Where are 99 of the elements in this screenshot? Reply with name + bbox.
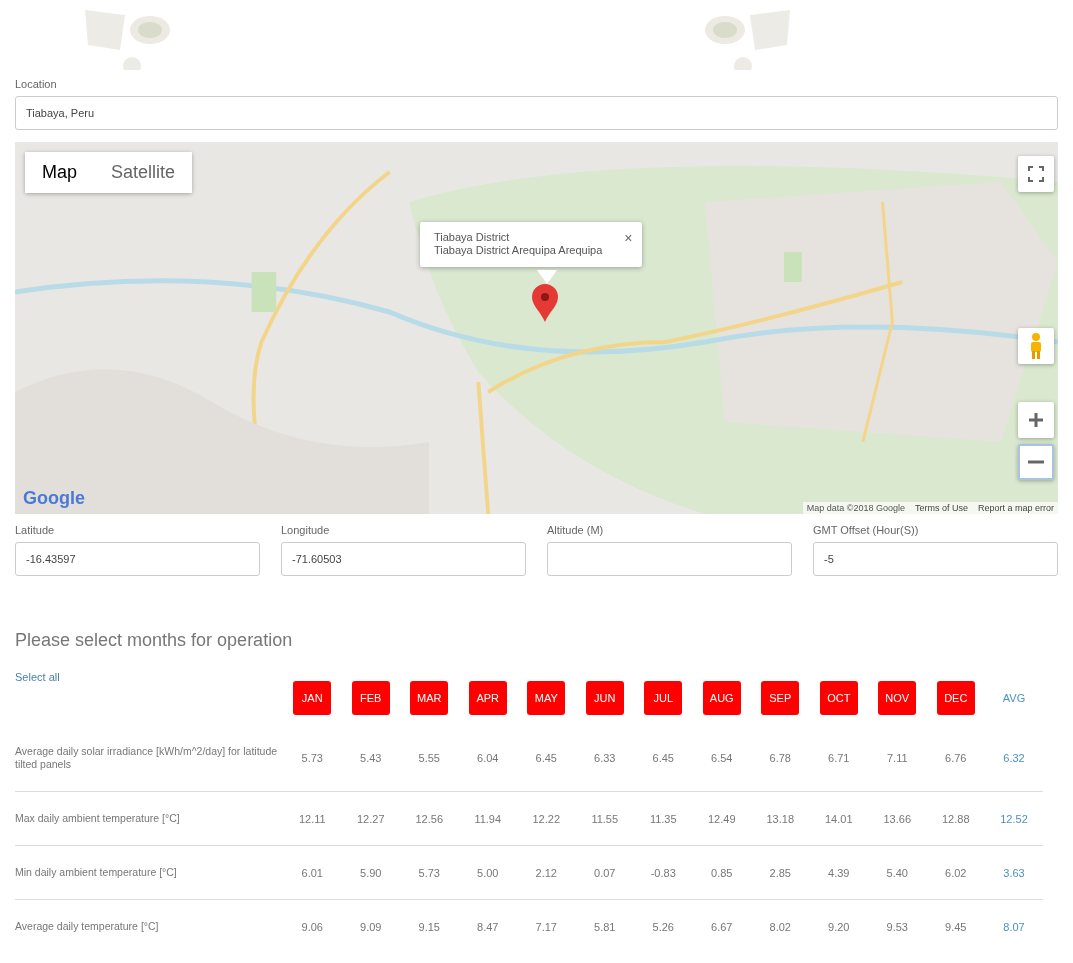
- table-cell: 6.33: [594, 752, 616, 764]
- month-toggle[interactable]: NOV: [878, 681, 917, 715]
- table-cell: 14.01: [825, 812, 853, 825]
- table-cell: 11.94: [474, 812, 502, 825]
- table-cell: 11.55: [591, 812, 619, 825]
- table-cell: 12.27: [357, 812, 385, 825]
- map-attribution: Map data ©2018 Google: [806, 503, 905, 513]
- table-cell: 9.15: [418, 920, 440, 933]
- table-cell: 6.01: [301, 866, 323, 879]
- table-cell: 6.71: [828, 752, 850, 764]
- table-cell: 9.20: [828, 920, 850, 933]
- month-toggle[interactable]: FEB: [351, 681, 390, 715]
- month-toggle[interactable]: MAR: [410, 681, 449, 715]
- table-cell: 8.47: [477, 920, 499, 933]
- table-cell: 13.66: [883, 812, 911, 825]
- table-cell: 2.85: [769, 866, 791, 879]
- map-logo: Google: [23, 488, 85, 509]
- table-cell: 11.35: [649, 812, 677, 825]
- callout-pointer-icon: [537, 270, 557, 284]
- month-toggle[interactable]: OCT: [819, 681, 858, 715]
- month-toggle[interactable]: JUN: [585, 681, 624, 715]
- table-cell: -0.83: [650, 866, 676, 879]
- table-cell: 12.22: [532, 812, 560, 825]
- table-cell: 6.76: [945, 752, 967, 764]
- table-cell: 5.43: [360, 752, 382, 764]
- row-label: Min daily ambient temperature [°C]: [15, 866, 178, 879]
- plus-icon: [1028, 412, 1044, 428]
- field-label: Altitude (M): [547, 524, 605, 536]
- table-cell: 7.17: [535, 920, 557, 933]
- average-cell: 3.63: [1003, 866, 1025, 879]
- table-cell: 9.45: [945, 920, 967, 933]
- fullscreen-button[interactable]: [1018, 156, 1054, 192]
- minus-icon: [1028, 460, 1044, 464]
- table-cell: 9.53: [886, 920, 908, 933]
- table-cell: 13.18: [766, 812, 794, 825]
- select-all-link[interactable]: Select all: [15, 671, 283, 683]
- table-cell: 5.90: [360, 866, 382, 879]
- table-cell: 6.04: [477, 752, 499, 764]
- location-field[interactable]: Tiabaya, Peru: [15, 96, 1058, 130]
- section-heading: Please select months for operation: [15, 630, 294, 651]
- field-label: Latitude: [15, 524, 56, 536]
- table-cell: 9.06: [301, 920, 323, 933]
- table-cell: 6.78: [769, 752, 791, 764]
- row-label: Average daily temperature [°C]: [15, 920, 160, 933]
- map-type-tab[interactable]: Satellite: [94, 152, 193, 193]
- field-label: Location: [15, 78, 58, 90]
- table-cell: 0.85: [711, 866, 733, 879]
- coordinate-field[interactable]: -71.60503: [281, 542, 526, 576]
- table-cell: 6.45: [535, 752, 557, 764]
- table-cell: 6.45: [652, 752, 674, 764]
- month-toggle[interactable]: AUG: [702, 681, 741, 715]
- map-footer-link[interactable]: Report a map error: [977, 503, 1054, 513]
- table-cell: 5.26: [652, 920, 674, 933]
- month-toggle[interactable]: SEP: [761, 681, 800, 715]
- table-cell: 2.12: [535, 866, 557, 879]
- zoom-out-button[interactable]: [1018, 444, 1054, 480]
- table-cell: 5.00: [477, 866, 499, 879]
- map-type-tab[interactable]: Map: [25, 152, 94, 193]
- month-toggle[interactable]: APR: [468, 681, 507, 715]
- field-label: Longitude: [281, 524, 331, 536]
- row-label: Max daily ambient temperature [°C]: [15, 812, 181, 825]
- map-footer-link[interactable]: Terms of Use: [914, 503, 968, 513]
- table-cell: 5.73: [418, 866, 440, 879]
- table-cell: 4.39: [828, 866, 850, 879]
- average-cell: 6.32: [1003, 752, 1025, 764]
- table-cell: 5.55: [418, 752, 440, 764]
- table-cell: 9.09: [360, 920, 382, 933]
- coordinate-field[interactable]: -5: [813, 542, 1058, 576]
- person-icon: [1029, 333, 1043, 359]
- month-toggle[interactable]: JUL: [644, 681, 683, 715]
- table-cell: 7.11: [886, 752, 908, 764]
- table-cell: 12.88: [942, 812, 970, 825]
- place-title: Tiabaya District: [434, 231, 511, 244]
- table-cell: 6.02: [945, 866, 967, 879]
- table-cell: 12.49: [708, 812, 736, 825]
- table-cell: 6.67: [711, 920, 733, 933]
- month-toggle[interactable]: DEC: [936, 681, 975, 715]
- map-pin-icon: [532, 284, 558, 322]
- table-cell: 5.81: [594, 920, 616, 933]
- average-cell: 12.52: [1000, 812, 1028, 825]
- table-cell: 5.40: [886, 866, 908, 879]
- table-cell: 8.02: [769, 920, 791, 933]
- zoom-in-button[interactable]: [1018, 402, 1054, 438]
- place-address: Tiabaya District Arequipa Arequipa: [434, 244, 603, 257]
- fullscreen-icon: [1028, 166, 1044, 182]
- row-label: Average daily solar irradiance [kWh/m^2/day] for latitude tilted panels: [15, 745, 279, 771]
- average-cell: 8.07: [1003, 920, 1025, 933]
- close-button[interactable]: ×: [624, 230, 633, 246]
- table-cell: 0.07: [594, 866, 616, 879]
- month-toggle[interactable]: MAY: [527, 681, 566, 715]
- month-toggle[interactable]: JAN: [293, 681, 332, 715]
- coordinate-field[interactable]: [547, 542, 792, 576]
- coordinate-field[interactable]: -16.43597: [15, 542, 260, 576]
- table-cell: 12.11: [298, 812, 326, 825]
- table-cell: 6.54: [711, 752, 733, 764]
- column-header: AVG: [1002, 692, 1026, 704]
- table-cell: 12.56: [415, 812, 443, 825]
- table-cell: 5.73: [301, 752, 323, 764]
- field-label: GMT Offset (Hour(S)): [813, 524, 920, 536]
